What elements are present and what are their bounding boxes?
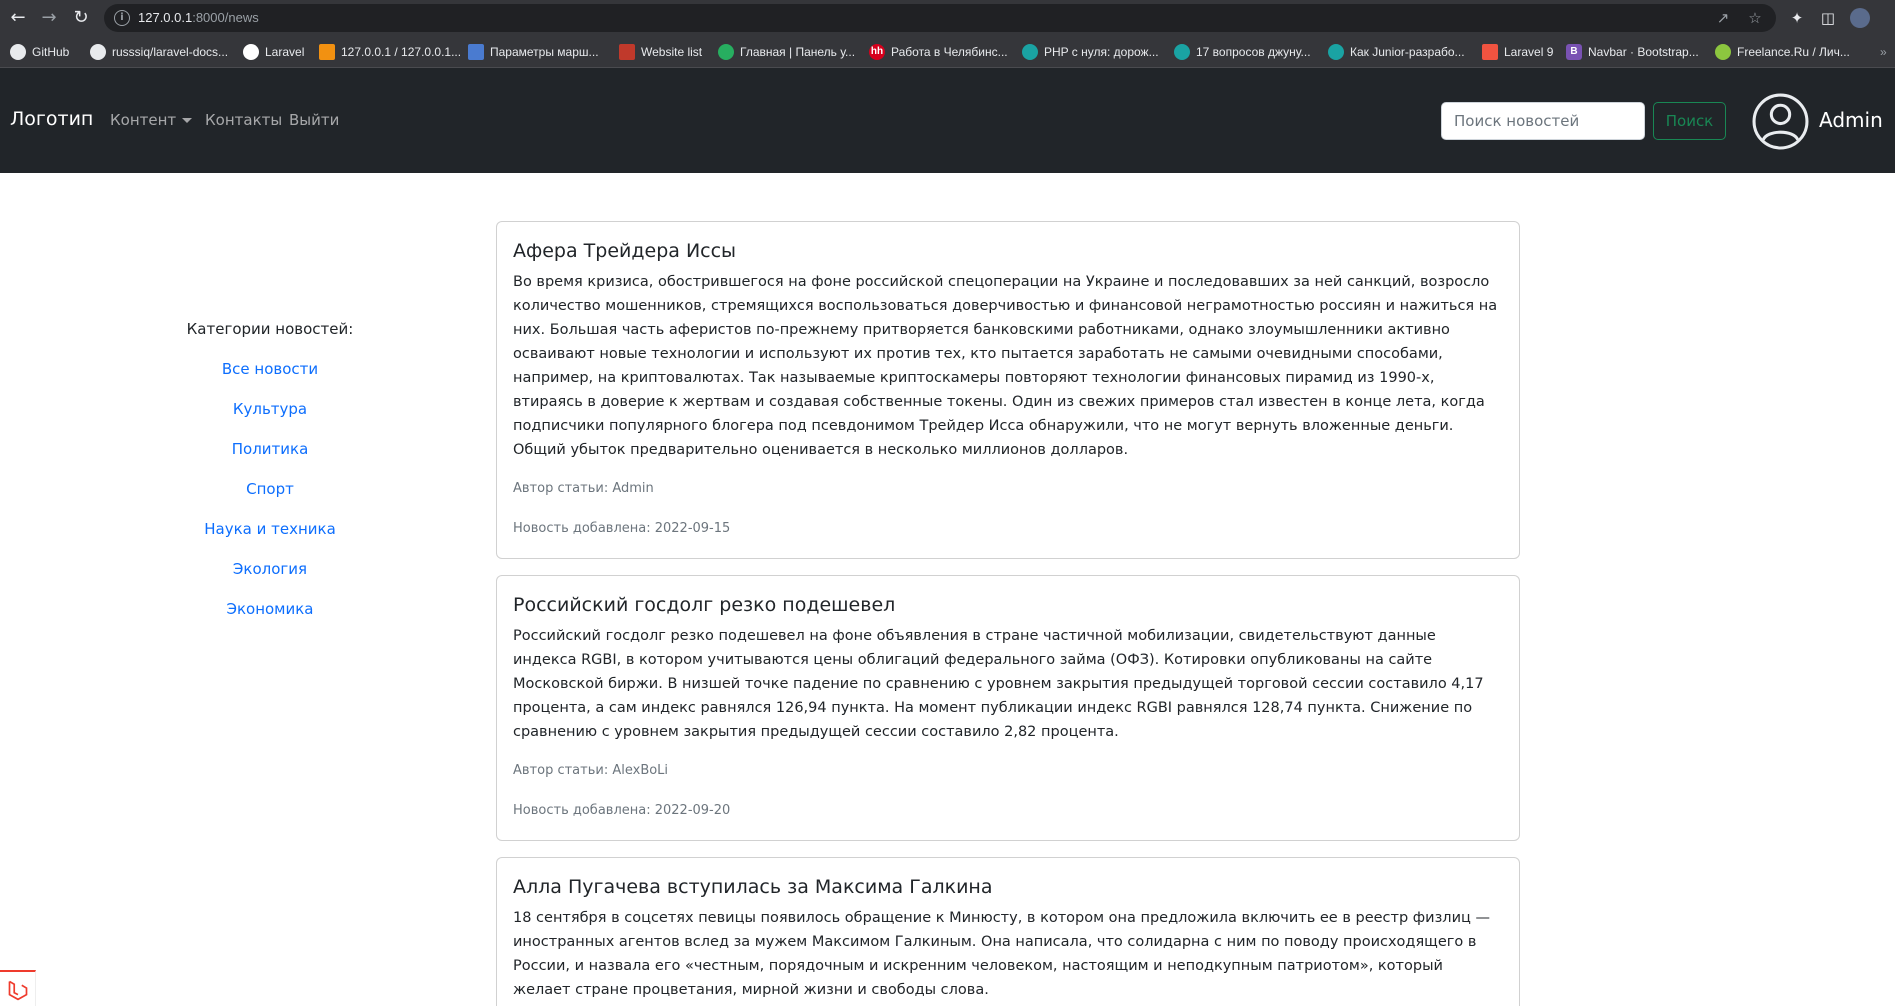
panel-icon [718, 44, 734, 60]
bookmark-label: PHP с нуля: дорож... [1044, 45, 1159, 59]
news-text: 18 сентября в соцсетях певицы появилось … [513, 910, 1490, 998]
bookmark-label: Freelance.Ru / Лич... [1737, 45, 1850, 59]
reload-icon[interactable]: ↻ [68, 5, 94, 31]
side-panel-icon[interactable]: ◫ [1818, 8, 1838, 28]
course-icon [1328, 44, 1344, 60]
bookmark-item[interactable]: PHP с нуля: дорож... [1022, 42, 1159, 62]
bookmarks-overflow-icon[interactable]: » [1880, 42, 1887, 62]
bookmark-item[interactable]: Параметры марш... [468, 42, 599, 62]
bookmark-label: Главная | Панель у... [740, 45, 856, 59]
news-text: Во время кризиса, обострившегося на фоне… [513, 274, 1498, 458]
search-button[interactable]: Поиск [1653, 102, 1726, 140]
news-title[interactable]: Афера Трейдера Иссы [513, 238, 1503, 264]
news-title[interactable]: Российский госдолг резко подешевел [513, 592, 1503, 618]
profile-avatar-icon[interactable] [1850, 8, 1870, 28]
url-host: 127.0.0.1 [138, 10, 193, 25]
laravel-logo-icon [8, 980, 28, 1001]
category-link-science[interactable]: Наука и техника [170, 520, 370, 538]
course-icon [1022, 44, 1038, 60]
news-card: Афера Трейдера Иссы Во время кризиса, об… [496, 221, 1520, 559]
course-icon [1174, 44, 1190, 60]
website-list-icon [619, 44, 635, 60]
category-link-sport[interactable]: Спорт [170, 480, 370, 498]
forward-arrow-icon[interactable]: → [36, 5, 62, 31]
laravel-icon [1482, 44, 1498, 60]
phpmyadmin-icon [319, 44, 335, 60]
bookmark-label: Laravel 9 [1504, 45, 1554, 59]
news-title[interactable]: Алла Пугачева вступилась за Максима Галк… [513, 874, 1503, 900]
user-avatar-icon[interactable] [1752, 93, 1809, 150]
github-icon [90, 44, 106, 60]
brand-logo[interactable]: Логотип [10, 108, 93, 130]
share-icon[interactable]: ↗ [1714, 9, 1732, 27]
bookmark-item[interactable]: hh Работа в Челябинс... [869, 42, 1008, 62]
site-navbar: Логотип Контент Контакты Выйти Поиск Adm… [0, 68, 1895, 173]
hh-icon: hh [869, 44, 885, 60]
bookmarks-bar: GitHub russsiq/laravel-docs... Laravel 1… [0, 35, 1895, 68]
bookmark-item[interactable]: Laravel [243, 42, 304, 62]
nav-contacts[interactable]: Контакты [205, 111, 282, 129]
bookmark-item[interactable]: Главная | Панель у... [718, 42, 855, 62]
bookmark-label: GitHub [32, 45, 70, 59]
bookmark-item[interactable]: B Navbar · Bootstrap... [1566, 42, 1699, 62]
globe-icon [243, 44, 259, 60]
nav-logout[interactable]: Выйти [289, 111, 339, 129]
category-link-economy[interactable]: Экономика [170, 600, 370, 618]
bookmark-star-icon[interactable]: ☆ [1746, 9, 1764, 27]
freelance-icon [1715, 44, 1731, 60]
bookmark-label: Laravel [265, 45, 305, 59]
bookmark-label: Website list [641, 45, 703, 59]
caret-down-icon [182, 118, 193, 123]
extensions-puzzle-icon[interactable]: ✦ [1787, 8, 1807, 28]
back-arrow-icon[interactable]: ← [5, 5, 31, 31]
bookmark-item[interactable]: 17 вопросов джуну... [1174, 42, 1311, 62]
bookmark-item[interactable]: Как Junior-разрабо... [1328, 42, 1465, 62]
bookmark-item[interactable]: Freelance.Ru / Лич... [1715, 42, 1850, 62]
url-text[interactable]: 127.0.0.1:8000/news [138, 10, 259, 25]
category-link-all[interactable]: Все новости [170, 360, 370, 378]
bookmark-item[interactable]: GitHub [10, 42, 69, 62]
news-date: Новость добавлена: 2022-09-20 [513, 803, 731, 818]
user-name[interactable]: Admin [1819, 108, 1883, 132]
bookmark-item[interactable]: Laravel 9 [1482, 42, 1553, 62]
news-author: Автор статьи: AlexBoLi [513, 763, 669, 778]
bookmark-label: Параметры марш... [490, 45, 599, 59]
browser-toolbar: ← → ↻ i 127.0.0.1:8000/news ↗ ☆ ✦ ◫ [0, 0, 1895, 35]
category-link-politics[interactable]: Политика [170, 440, 370, 458]
bookmark-item[interactable]: Website list [619, 42, 702, 62]
categories-title: Категории новостей: [186, 320, 354, 338]
laravel-debug-badge[interactable] [0, 970, 36, 1006]
bookmark-label: Navbar · Bootstrap... [1588, 45, 1699, 59]
site-info-icon[interactable]: i [114, 10, 130, 26]
bookmark-item[interactable]: 127.0.0.1 / 127.0.0.1... [319, 42, 461, 62]
category-link-ecology[interactable]: Экология [170, 560, 370, 578]
category-link-culture[interactable]: Культура [170, 400, 370, 418]
nav-content-dropdown[interactable]: Контент [110, 111, 193, 129]
route-params-icon [468, 44, 484, 60]
bookmark-label: 17 вопросов джуну... [1196, 45, 1311, 59]
bookmark-label: russsiq/laravel-docs... [112, 45, 229, 59]
address-bar[interactable]: i 127.0.0.1:8000/news ↗ ☆ [104, 4, 1776, 32]
news-date: Новость добавлена: 2022-09-15 [513, 521, 731, 536]
news-card: Алла Пугачева вступилась за Максима Галк… [496, 857, 1520, 1006]
bookmark-label: Работа в Челябинс... [891, 45, 1008, 59]
nav-content-label: Контент [110, 111, 177, 129]
news-search-input[interactable] [1441, 102, 1645, 140]
bookmark-label: Как Junior-разрабо... [1350, 45, 1465, 59]
github-icon [10, 44, 26, 60]
bookmark-label: 127.0.0.1 / 127.0.0.1... [341, 45, 462, 59]
news-author: Автор статьи: Admin [513, 481, 654, 496]
news-card: Российский госдолг резко подешевел Росси… [496, 575, 1520, 841]
url-path: :8000/news [192, 10, 259, 25]
bootstrap-icon: B [1566, 44, 1582, 60]
news-text: Российский госдолг резко подешевел на фо… [513, 628, 1484, 740]
bookmark-item[interactable]: russsiq/laravel-docs... [90, 42, 228, 62]
